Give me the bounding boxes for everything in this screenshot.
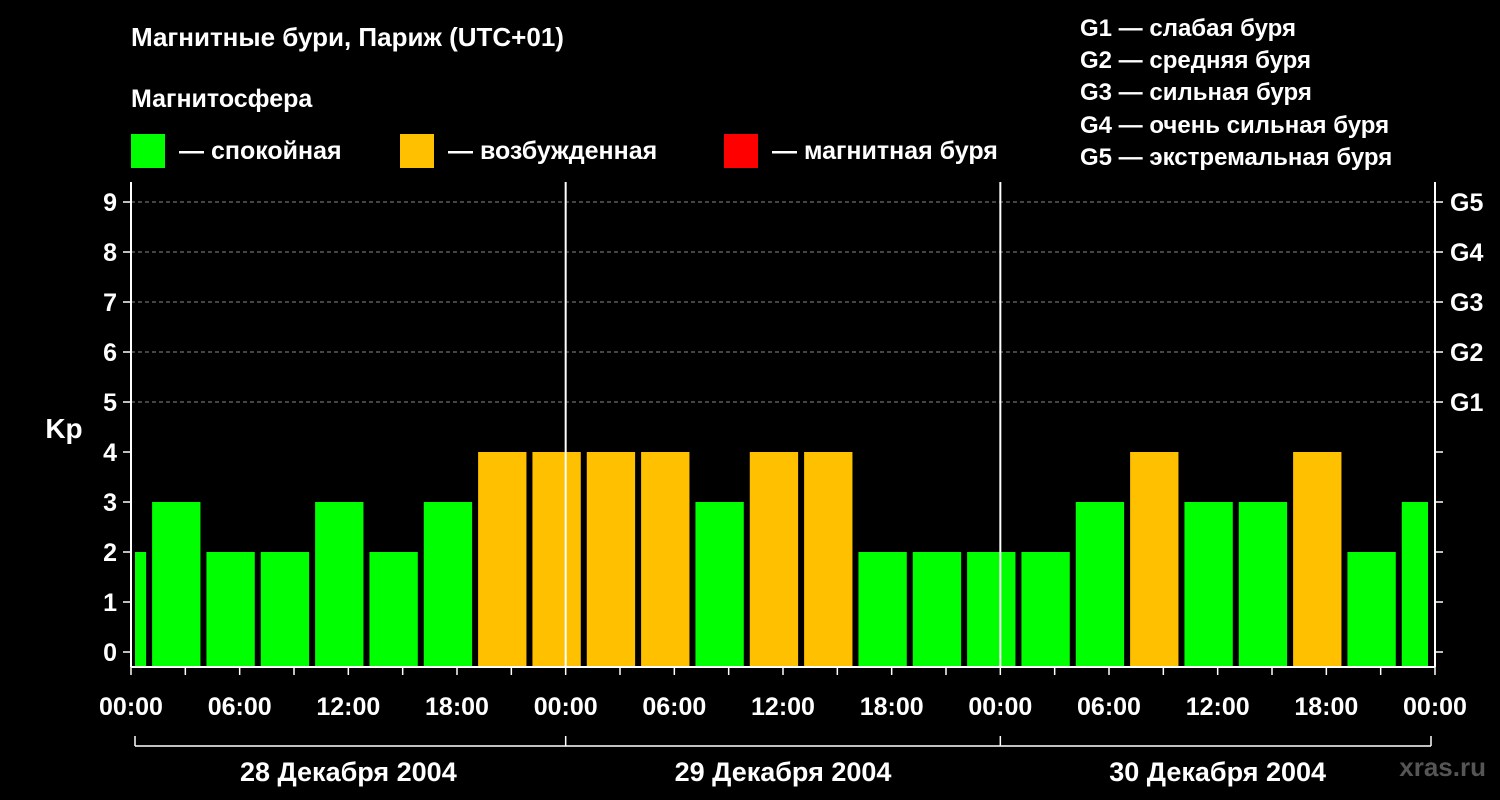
y-tick-label: 0 [103, 639, 117, 667]
watermark: xras.ru [1399, 752, 1486, 782]
y-tick-label: 3 [103, 489, 117, 517]
y-tick-label: 7 [103, 289, 117, 317]
y-tick-label: 8 [103, 239, 117, 267]
day-label: 29 Декабря 2004 [675, 757, 892, 787]
kp-bar [586, 452, 636, 667]
x-tick-label: 18:00 [860, 693, 924, 721]
x-tick-label: 06:00 [1077, 693, 1141, 721]
g-tick-label: G2 [1450, 339, 1483, 367]
kp-bar [532, 452, 581, 667]
kp-bar [260, 552, 310, 667]
kp-bar [967, 552, 1016, 667]
kp-bar [1347, 552, 1396, 667]
y-tick-label: 4 [103, 439, 117, 467]
x-tick-label: 18:00 [425, 693, 489, 721]
x-tick-label: 12:00 [751, 693, 815, 721]
kp-bar [1401, 502, 1428, 667]
kp-bar [315, 502, 364, 667]
g-tick-label: G5 [1450, 189, 1483, 217]
y-tick-label: 6 [103, 339, 117, 367]
g-tick-label: G3 [1450, 289, 1483, 317]
g-tick-label: G1 [1450, 389, 1483, 417]
kp-bar [804, 452, 853, 667]
x-tick-label: 12:00 [1186, 693, 1250, 721]
kp-bar [369, 552, 418, 667]
kp-bar [912, 552, 962, 667]
kp-bar [1238, 502, 1288, 667]
kp-bar [749, 452, 799, 667]
kp-bar [1130, 452, 1179, 667]
kp-bar [478, 452, 527, 667]
y-tick-label: 9 [103, 189, 117, 217]
kp-bar [641, 452, 690, 667]
x-tick-label: 00:00 [1403, 693, 1467, 721]
kp-bar [1075, 502, 1125, 667]
kp-bar [135, 552, 147, 667]
kp-bar [695, 502, 744, 667]
y-tick-label: 1 [103, 589, 117, 617]
x-tick-label: 00:00 [534, 693, 598, 721]
kp-bar [152, 502, 201, 667]
x-tick-label: 18:00 [1294, 693, 1358, 721]
day-label: 30 Декабря 2004 [1109, 757, 1326, 787]
kp-bar [1021, 552, 1070, 667]
kp-bar [1184, 502, 1233, 667]
kp-chart: 0 1 2 3 4 5 6 7 8 9 G1 G2 G3 G4 G5 Kp 00:00 06:00 12:00 18:… [45, 182, 1483, 787]
x-tick-label: 12:00 [316, 693, 380, 721]
kp-bar [1293, 452, 1342, 667]
x-tick-label: 06:00 [642, 693, 706, 721]
y-axis-label: Kp [45, 413, 82, 444]
y-tick-label: 5 [103, 389, 117, 417]
x-tick-label: 06:00 [208, 693, 272, 721]
x-tick-label: 00:00 [968, 693, 1032, 721]
kp-bar [858, 552, 907, 667]
kp-bar [423, 502, 473, 667]
g-tick-label: G4 [1450, 239, 1483, 267]
day-label: 28 Декабря 2004 [240, 757, 457, 787]
x-tick-label: 00:00 [99, 693, 163, 721]
kp-bar [206, 552, 255, 667]
y-tick-label: 2 [103, 539, 117, 567]
